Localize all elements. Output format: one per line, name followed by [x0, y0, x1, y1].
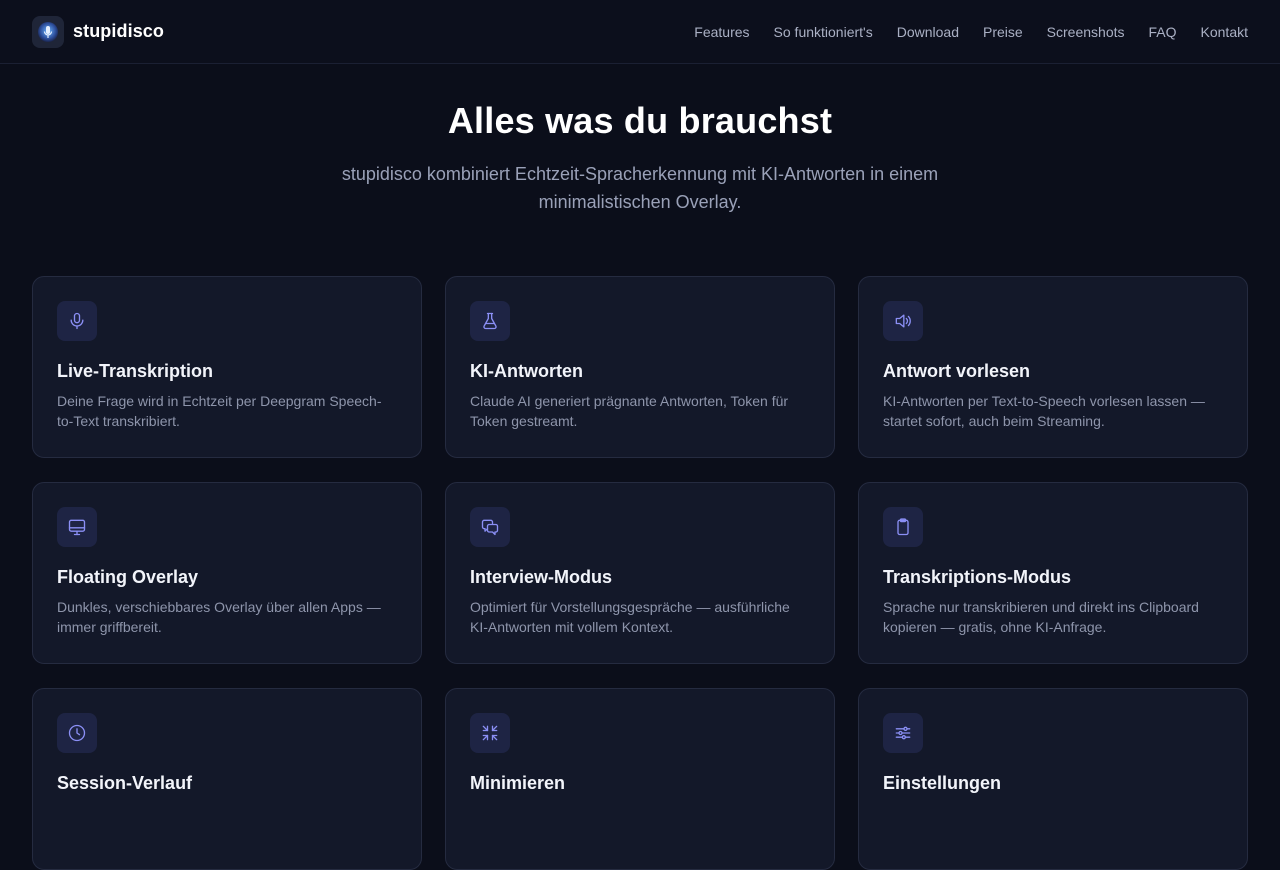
monitor-icon	[57, 507, 97, 547]
feature-card-settings: Einstellungen	[858, 688, 1248, 870]
nav-link-contact[interactable]: Kontakt	[1201, 24, 1248, 40]
clock-icon	[57, 713, 97, 753]
sliders-icon	[883, 713, 923, 753]
minimize-icon	[470, 713, 510, 753]
flask-icon	[470, 301, 510, 341]
mic-orb-icon	[32, 15, 64, 48]
nav-link-faq[interactable]: FAQ	[1149, 24, 1177, 40]
feature-grid: Live-Transkription Deine Frage wird in E…	[32, 276, 1248, 870]
feature-title: Einstellungen	[883, 773, 1002, 793]
nav-link-how-it-works[interactable]: So funktioniert's	[774, 24, 873, 40]
feature-card-floating-overlay: Floating Overlay Dunkles, verschiebbares…	[32, 482, 422, 664]
feature-title: Live-Transkription	[57, 361, 214, 381]
feature-title: Antwort vorlesen	[883, 361, 1031, 381]
feature-card-minimize: Minimieren	[445, 688, 835, 870]
speaker-icon	[883, 301, 923, 341]
chat-bubbles-icon	[470, 507, 510, 547]
feature-card-transcription-mode: Transkriptions-Modus Sprache nur transkr…	[858, 482, 1248, 664]
features-hero: Alles was du brauchst stupidisco kombini…	[0, 64, 1280, 216]
section-title: Alles was du brauchst	[447, 100, 833, 141]
nav-links: Features So funktioniert's Download Prei…	[694, 24, 1248, 40]
feature-card-live-transcription: Live-Transkription Deine Frage wird in E…	[32, 276, 422, 458]
feature-card-ai-answers: KI-Antworten Claude AI generiert prägnan…	[445, 276, 835, 458]
brand[interactable]: stupidisco	[32, 15, 165, 48]
feature-title: Interview-Modus	[470, 567, 613, 587]
nav-link-pricing[interactable]: Preise	[983, 24, 1023, 40]
nav-link-screenshots[interactable]: Screenshots	[1047, 24, 1125, 40]
brand-name: stupidisco	[73, 21, 165, 41]
feature-description: Dunkles, verschiebbares Overlay über all…	[57, 599, 381, 635]
feature-card-interview-mode: Interview-Modus Optimiert für Vorstellun…	[445, 482, 835, 664]
feature-description: Sprache nur transkribieren und direkt in…	[883, 599, 1199, 635]
feature-card-read-aloud: Antwort vorlesen KI-Antworten per Text-t…	[858, 276, 1248, 458]
feature-description: Optimiert für Vorstellungsgespräche — au…	[470, 599, 790, 635]
feature-description: Claude AI generiert prägnante Antworten,…	[470, 393, 789, 429]
nav-link-download[interactable]: Download	[897, 24, 959, 40]
clipboard-icon	[883, 507, 923, 547]
feature-title: Minimieren	[470, 773, 566, 793]
microphone-icon	[57, 301, 97, 341]
feature-description: KI-Antworten per Text-to-Speech vorlesen…	[883, 393, 1205, 429]
feature-title: Floating Overlay	[57, 567, 199, 587]
feature-card-session-history: Session-Verlauf	[32, 688, 422, 870]
top-navbar: stupidisco Features So funktioniert's Do…	[0, 0, 1280, 64]
feature-description: Deine Frage wird in Echtzeit per Deepgra…	[57, 393, 382, 429]
nav-link-features[interactable]: Features	[694, 24, 749, 40]
feature-title: Transkriptions-Modus	[883, 567, 1072, 587]
feature-title: Session-Verlauf	[57, 773, 193, 793]
feature-title: KI-Antworten	[470, 361, 583, 381]
section-subtitle: stupidisco kombiniert Echtzeit-Spracherk…	[341, 164, 939, 212]
